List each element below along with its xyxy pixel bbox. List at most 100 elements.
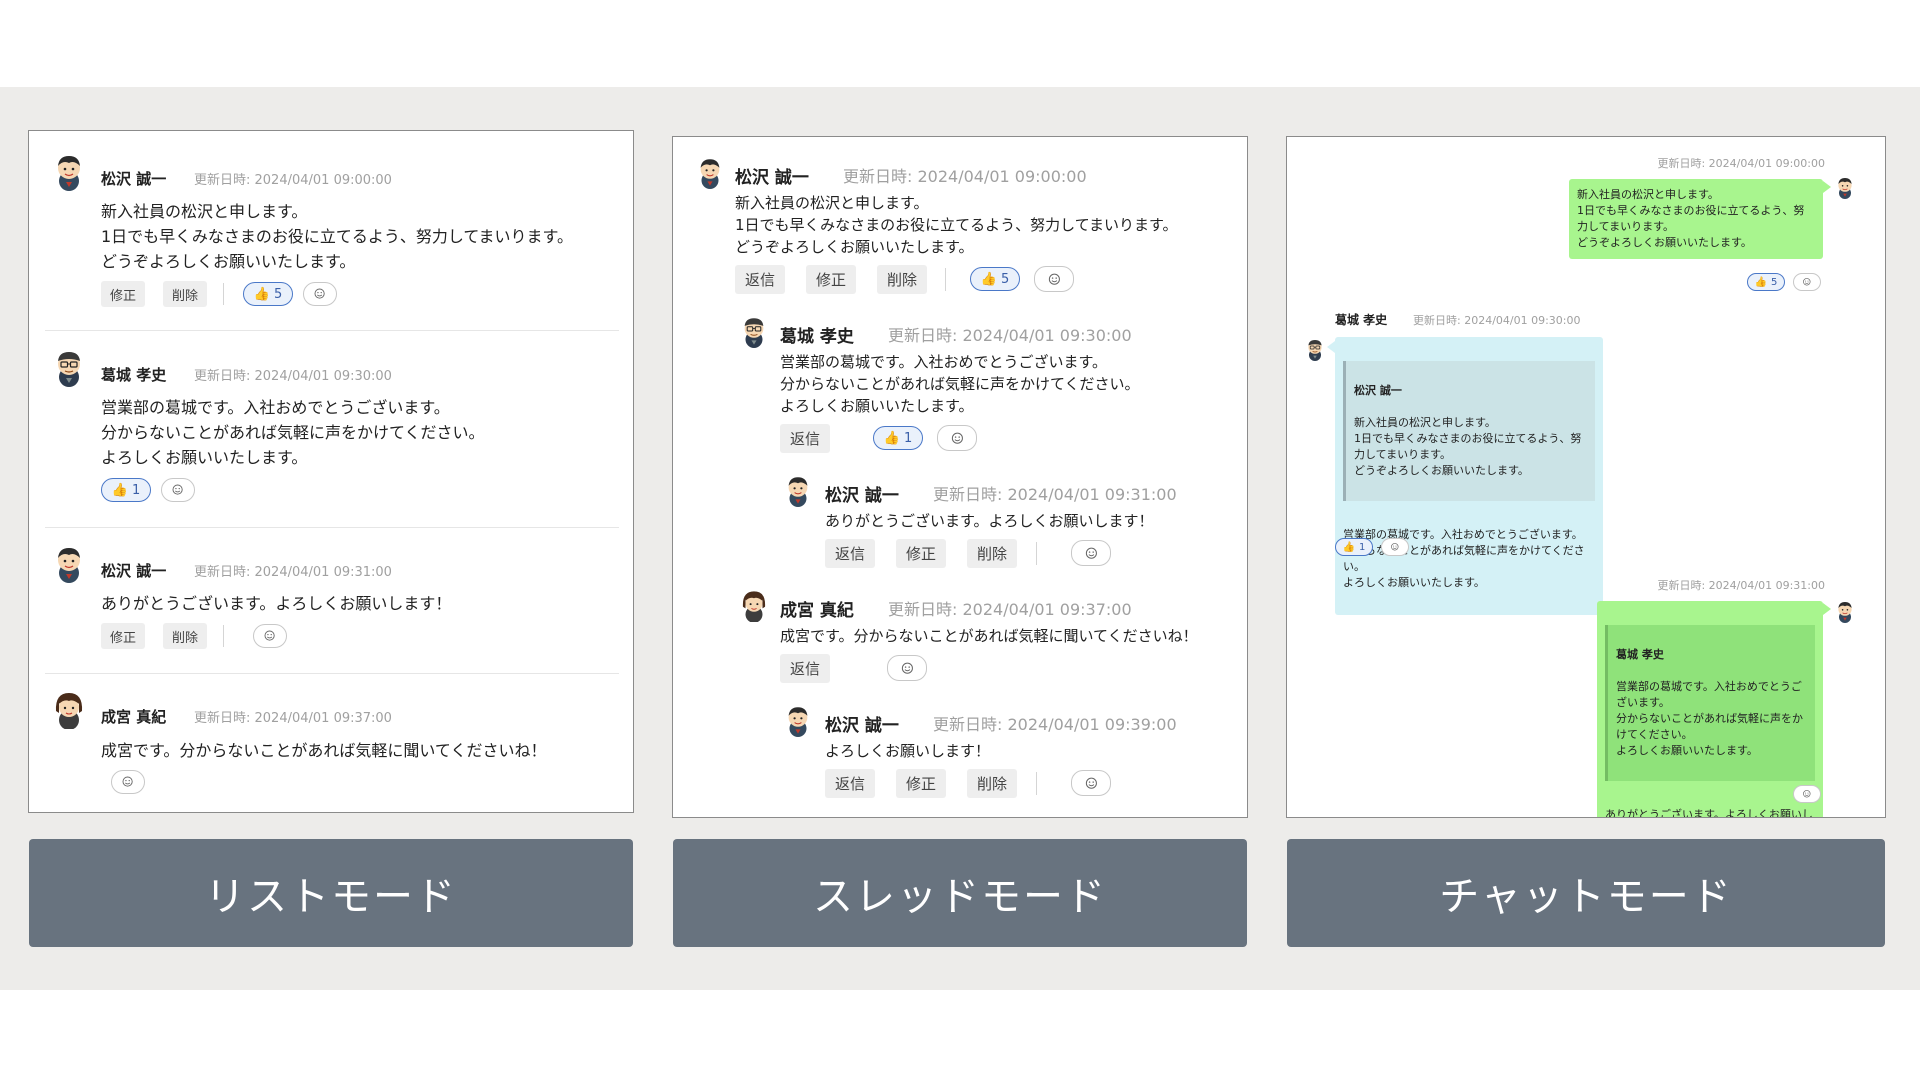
separator (45, 330, 619, 331)
divider (945, 268, 946, 291)
add-reaction-button[interactable] (1034, 266, 1074, 292)
smile-add-icon (1803, 278, 1811, 286)
message-text: 新入社員の松沢と申します。 1日でも早くみなさまのお役に立てるよう、努力してまい… (101, 202, 573, 271)
thumbs-up-icon: 👍 (883, 430, 900, 446)
author-name: 松沢 誠一 (825, 486, 899, 506)
quoted-message: 松沢 誠一 新入社員の松沢と申します。 1日でも早くみなさまのお役に立てるよう、… (1343, 361, 1595, 501)
updated-timestamp: 更新日時: 2024/04/01 09:37:00 (194, 711, 392, 726)
thread-mode-panel: 松沢 誠一 更新日時: 2024/04/01 09:00:00 新入社員の松沢と… (672, 136, 1248, 818)
avatar-matsuzawa (781, 703, 815, 737)
reply-button[interactable]: 返信 (780, 654, 830, 683)
avatar-matsuzawa (49, 543, 89, 583)
reaction-thumbs-up[interactable]: 👍 1 (101, 478, 151, 502)
smile-add-icon (1391, 543, 1399, 551)
updated-timestamp: 更新日時: 2024/04/01 09:31:00 (194, 565, 392, 580)
reply-button[interactable]: 返信 (735, 265, 785, 294)
separator (45, 527, 619, 528)
delete-button[interactable]: 削除 (163, 281, 207, 307)
reaction-count: 1 (1359, 541, 1366, 553)
message-text: 新入社員の松沢と申します。 1日でも早くみなさまのお役に立てるよう、努力してまい… (735, 194, 1178, 256)
message-text: ありがとうございます。よろしくお願いし ます！ (1605, 808, 1813, 818)
quoted-text: 新入社員の松沢と申します。 1日でも早くみなさまのお役に立てるよう、努 力してま… (1354, 416, 1582, 477)
delete-button[interactable]: 削除 (967, 539, 1017, 568)
chat-bubble-other: 松沢 誠一 新入社員の松沢と申します。 1日でも早くみなさまのお役に立てるよう、… (1335, 337, 1603, 615)
thumbs-up-icon: 👍 (1342, 541, 1356, 553)
list-mode-panel: 松沢 誠一 更新日時: 2024/04/01 09:00:00 新入社員の松沢と… (28, 130, 634, 813)
thumbs-up-icon: 👍 (980, 271, 997, 287)
reaction-thumbs-up[interactable]: 👍 5 (970, 267, 1020, 291)
edit-button[interactable]: 修正 (101, 281, 145, 307)
smile-add-icon (1085, 547, 1097, 559)
add-reaction-button[interactable] (1381, 538, 1409, 556)
reaction-thumbs-up[interactable]: 👍 1 (873, 426, 923, 450)
edit-button[interactable]: 修正 (806, 265, 856, 294)
reaction-count: 1 (131, 482, 141, 498)
author-name: 松沢 誠一 (101, 170, 167, 188)
smile-add-icon (1048, 273, 1060, 285)
reaction-thumbs-up[interactable]: 👍 1 (1335, 538, 1373, 556)
smile-add-icon (951, 432, 963, 444)
reaction-count: 1 (903, 430, 913, 446)
reaction-thumbs-up[interactable]: 👍 5 (1747, 273, 1785, 291)
reply-button[interactable]: 返信 (825, 539, 875, 568)
author-name: 松沢 誠一 (101, 562, 167, 580)
smile-add-icon (1803, 790, 1811, 798)
add-reaction-button[interactable] (1071, 540, 1111, 566)
delete-button[interactable]: 削除 (877, 265, 927, 294)
chat-bubble-own: 新入社員の松沢と申します。 1日でも早くみなさまのお役に立てるよう、努 力してま… (1569, 179, 1823, 259)
add-reaction-button[interactable] (111, 770, 145, 794)
chat-mode-button[interactable]: チャットモード (1287, 839, 1885, 947)
smile-add-icon (122, 776, 134, 788)
add-reaction-button[interactable] (1793, 785, 1821, 803)
delete-button[interactable]: 削除 (967, 769, 1017, 798)
avatar-katsuragi (49, 347, 89, 387)
edit-button[interactable]: 修正 (896, 539, 946, 568)
message-text: 営業部の葛城です。入社おめでとうございます。 分からないことがあれば気軽に声をか… (101, 398, 485, 467)
add-reaction-button[interactable] (253, 624, 287, 648)
smile-add-icon (901, 662, 913, 674)
chat-bubble-own: 葛城 孝史 営業部の葛城です。入社おめでとうご ざいます。 分からないことがあれ… (1597, 601, 1823, 818)
smile-add-icon (172, 484, 184, 496)
add-reaction-button[interactable] (887, 655, 927, 681)
smile-add-icon (314, 288, 326, 300)
message-text: よろしくお願いします！ (825, 742, 991, 760)
reply-button[interactable]: 返信 (825, 769, 875, 798)
edit-button[interactable]: 修正 (101, 623, 145, 649)
updated-timestamp: 更新日時: 2024/04/01 09:39:00 (933, 715, 1177, 734)
updated-timestamp: 更新日時: 2024/04/01 09:00:00 (843, 167, 1087, 186)
message-text: 営業部の葛城です。入社おめでとうございます。 分からないことがあれば気軽に声をか… (1343, 528, 1585, 589)
avatar-matsuzawa (693, 155, 727, 189)
bubble-tail (1327, 341, 1335, 353)
author-name: 葛城 孝史 (780, 327, 854, 347)
smile-add-icon (1085, 777, 1097, 789)
avatar-katsuragi (737, 314, 771, 348)
divider (223, 625, 224, 647)
author-name: 成宮 真紀 (780, 601, 854, 621)
avatar-matsuzawa (1833, 175, 1857, 199)
avatar-narumiya (49, 689, 89, 729)
add-reaction-button[interactable] (1071, 770, 1111, 796)
author-name: 成宮 真紀 (101, 708, 167, 726)
reply-button[interactable]: 返信 (780, 424, 830, 453)
list-mode-button[interactable]: リストモード (29, 839, 633, 947)
updated-timestamp: 更新日時: 2024/04/01 09:00:00 (194, 173, 392, 188)
divider (223, 283, 224, 305)
message-text: 成宮です。分からないことがあれば気軽に聞いてくださいね！ (780, 627, 1198, 645)
thumbs-up-icon: 👍 (111, 482, 128, 498)
thumbs-up-icon: 👍 (1754, 276, 1768, 288)
reaction-count: 5 (1771, 276, 1778, 288)
quoted-author: 葛城 孝史 (1616, 648, 1664, 661)
reaction-thumbs-up[interactable]: 👍 5 (243, 282, 293, 306)
avatar-katsuragi (1303, 337, 1327, 361)
edit-button[interactable]: 修正 (896, 769, 946, 798)
chat-mode-panel: 更新日時: 2024/04/01 09:00:00 新入社員の松沢と申します。 … (1286, 136, 1886, 818)
add-reaction-button[interactable] (161, 478, 195, 502)
delete-button[interactable]: 削除 (163, 623, 207, 649)
add-reaction-button[interactable] (303, 282, 337, 306)
thread-mode-button[interactable]: スレッドモード (673, 839, 1247, 947)
bubble-tail (1823, 181, 1831, 193)
updated-timestamp: 更新日時: 2024/04/01 09:30:00 (1413, 314, 1581, 327)
avatar-matsuzawa (781, 473, 815, 507)
add-reaction-button[interactable] (1793, 273, 1821, 291)
add-reaction-button[interactable] (937, 425, 977, 451)
